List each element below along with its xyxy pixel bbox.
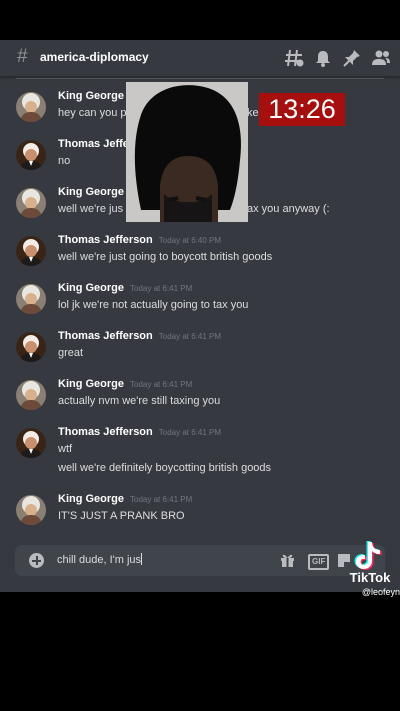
- message-timestamp: Today at 6:41 PM: [130, 380, 193, 389]
- message-text: well we're definitely boycotting british…: [58, 462, 272, 474]
- channel-name[interactable]: america-diplomacy: [40, 50, 149, 64]
- message-text: lol jk we're not actually going to tax y…: [58, 299, 249, 311]
- date-divider: [16, 78, 384, 79]
- message-timestamp: Today at 6:40 PM: [158, 236, 222, 245]
- message-author[interactable]: King George Today at 6:41 PM: [58, 282, 192, 294]
- message-text: great: [58, 347, 84, 359]
- channel-hash-icon: #: [17, 46, 28, 67]
- message-author[interactable]: King George: [58, 186, 130, 198]
- tiktok-brand-label: TikTok: [349, 570, 391, 585]
- message-text: well we're jus: [58, 203, 124, 215]
- message-text: well we're just going to boycott british…: [58, 251, 273, 263]
- members-icon[interactable]: [371, 48, 391, 68]
- bell-icon[interactable]: [313, 48, 333, 68]
- message-timestamp: Today at 6:41 PM: [130, 284, 193, 293]
- thomas-jefferson-avatar[interactable]: [16, 236, 46, 266]
- message-text: IT'S JUST A PRANK BRO: [58, 510, 185, 522]
- king-george-avatar[interactable]: [16, 495, 46, 525]
- king-george-avatar[interactable]: [16, 284, 46, 314]
- thomas-jefferson-avatar[interactable]: [16, 428, 46, 458]
- message-text: no: [58, 155, 71, 167]
- gift-icon[interactable]: [280, 553, 295, 567]
- tiktok-logo-icon: [354, 541, 382, 570]
- message-timestamp: Today at 6:41 PM: [158, 428, 222, 437]
- threads-icon[interactable]: [284, 48, 304, 68]
- message-timestamp: Today at 6:41 PM: [158, 332, 222, 341]
- timer-overlay: 13:26: [259, 93, 345, 126]
- message-author[interactable]: King George: [58, 90, 130, 102]
- text-caret: [141, 553, 143, 565]
- message-text: ax you anyway (:: [247, 203, 330, 215]
- gif-button[interactable]: GIF: [308, 554, 330, 570]
- message-timestamp: Today at 6:41 PM: [130, 495, 193, 504]
- message-text: wtf: [58, 443, 73, 455]
- reaction-video-overlay: [126, 82, 248, 222]
- message-text: actually nvm we're still taxing you: [58, 395, 221, 407]
- message-author[interactable]: King George Today at 6:41 PM: [58, 493, 192, 505]
- king-george-avatar[interactable]: [16, 188, 46, 218]
- king-george-avatar[interactable]: [16, 380, 46, 410]
- message-author[interactable]: Thomas Jefferson Today at 6:40 PM: [58, 234, 221, 246]
- message-author[interactable]: Thomas Jefferson Today at 6:41 PM: [58, 426, 221, 438]
- message-author[interactable]: King George Today at 6:41 PM: [58, 378, 192, 390]
- add-attachment-icon[interactable]: [29, 553, 44, 568]
- channel-header: # america-diplomacy: [0, 40, 400, 77]
- message-author[interactable]: Thomas Jefferson Today at 6:41 PM: [58, 330, 221, 342]
- message-text: hey can you p: [58, 107, 127, 119]
- thomas-jefferson-avatar[interactable]: [16, 332, 46, 362]
- tiktok-watermark: TikTok @leofeyn: [340, 540, 400, 600]
- message-input[interactable]: chill dude, I'm jus: [57, 553, 143, 566]
- thomas-jefferson-avatar[interactable]: [16, 140, 46, 170]
- tiktok-handle: @leofeyn: [361, 587, 400, 597]
- king-george-avatar[interactable]: [16, 92, 46, 122]
- pin-icon[interactable]: [342, 48, 362, 68]
- message-composer[interactable]: chill dude, I'm jus GIF: [15, 545, 385, 576]
